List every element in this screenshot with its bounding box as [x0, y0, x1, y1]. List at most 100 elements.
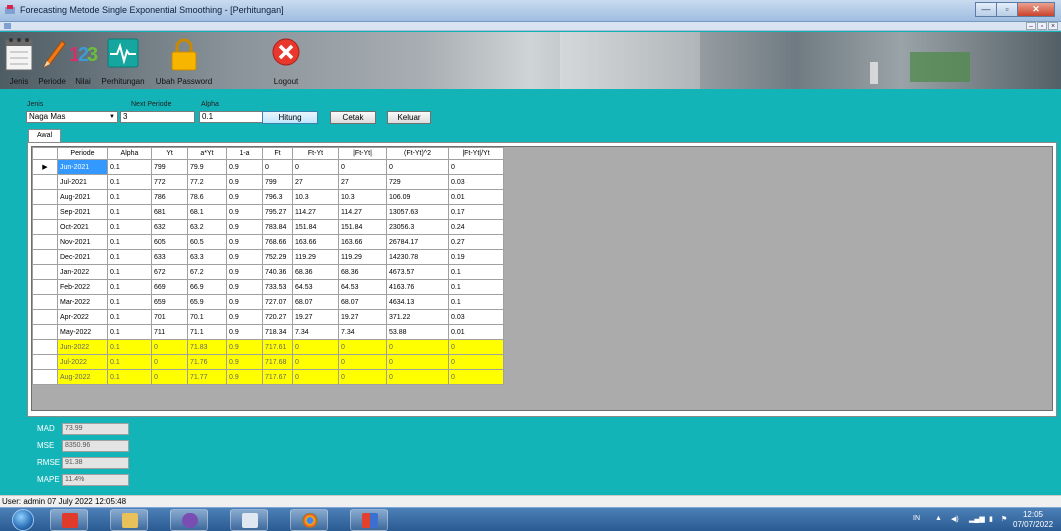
table-cell[interactable]: 64.53 [338, 279, 387, 295]
column-header[interactable]: Periode [57, 147, 108, 160]
row-header[interactable] [32, 234, 58, 250]
table-cell[interactable]: 0.9 [226, 309, 263, 325]
table-cell[interactable]: 4634.13 [386, 294, 449, 310]
column-header[interactable]: |Ft-Yt| [338, 147, 387, 160]
table-cell[interactable]: 13057.63 [386, 204, 449, 220]
column-header[interactable]: |Ft-Yt|/Yt [448, 147, 504, 160]
mdi-minimize-button[interactable]: – [1026, 22, 1036, 30]
row-header[interactable] [32, 339, 58, 355]
taskbar-app-button[interactable] [110, 509, 148, 531]
row-header[interactable] [32, 249, 58, 265]
row-header[interactable] [32, 324, 58, 340]
table-cell[interactable]: 71.77 [187, 369, 227, 385]
table-cell[interactable]: 0.9 [226, 339, 263, 355]
show-hidden-icons-icon[interactable]: ▲ [935, 515, 942, 522]
table-cell[interactable]: 0.1 [448, 279, 504, 295]
table-cell[interactable]: 4673.57 [386, 264, 449, 280]
column-header[interactable]: Alpha [107, 147, 152, 160]
table-cell[interactable]: 163.66 [338, 234, 387, 250]
table-cell[interactable]: 71.1 [187, 324, 227, 340]
hitung-button[interactable]: Hitung [262, 111, 318, 124]
table-cell[interactable]: 114.27 [338, 204, 387, 220]
toolbar-perhitungan-button[interactable]: Perhitungan [98, 32, 148, 89]
table-cell[interactable]: 720.27 [262, 309, 293, 325]
column-header[interactable]: 1-a [226, 147, 263, 160]
table-cell[interactable]: 10.3 [338, 189, 387, 205]
column-header[interactable]: Yt [151, 147, 188, 160]
table-cell[interactable]: 66.9 [187, 279, 227, 295]
table-cell[interactable]: 605 [151, 234, 188, 250]
table-cell[interactable]: 669 [151, 279, 188, 295]
table-cell[interactable]: 0.1 [107, 309, 152, 325]
table-cell[interactable]: 0.1 [107, 324, 152, 340]
row-header[interactable] [32, 369, 58, 385]
table-cell[interactable]: May-2022 [57, 324, 108, 340]
table-cell[interactable]: 0 [386, 354, 449, 370]
row-header[interactable]: ▶ [32, 159, 58, 175]
table-row[interactable]: Sep-2021 0.1 681 68.1 0.9 795.27 114.27 114.27 1… [32, 204, 504, 220]
table-cell[interactable]: 0.27 [448, 234, 504, 250]
toolbar-ubah-password-button[interactable]: Ubah Password [148, 32, 220, 89]
table-cell[interactable]: 70.1 [187, 309, 227, 325]
table-cell[interactable]: 0 [292, 369, 339, 385]
table-cell[interactable]: Sep-2021 [57, 204, 108, 220]
toolbar-nilai-button[interactable]: 1 2 3 Nilai [68, 32, 98, 89]
table-cell[interactable]: 0.1 [107, 354, 152, 370]
table-cell[interactable]: 0 [448, 354, 504, 370]
table-cell[interactable]: 0 [292, 339, 339, 355]
table-cell[interactable]: 718.34 [262, 324, 293, 340]
tab-awal[interactable]: Awal [28, 129, 61, 142]
table-cell[interactable]: 0.9 [226, 249, 263, 265]
table-row[interactable]: Feb-2022 0.1 669 66.9 0.9 733.53 64.53 64.53 416… [32, 279, 504, 295]
toolbar-jenis-button[interactable]: Jenis [2, 32, 36, 89]
table-cell[interactable]: 0.9 [226, 294, 263, 310]
table-cell[interactable]: 151.84 [338, 219, 387, 235]
table-cell[interactable]: 786 [151, 189, 188, 205]
table-row[interactable]: Jan-2022 0.1 672 67.2 0.9 740.36 68.36 68.36 467… [32, 264, 504, 280]
keluar-button[interactable]: Keluar [387, 111, 431, 124]
toolbar-logout-button[interactable]: Logout [266, 32, 306, 89]
table-cell[interactable]: Jul-2022 [57, 354, 108, 370]
table-cell[interactable]: 0.9 [226, 159, 263, 175]
table-cell[interactable]: 119.29 [338, 249, 387, 265]
table-cell[interactable]: 26784.17 [386, 234, 449, 250]
table-cell[interactable]: 0.1 [107, 159, 152, 175]
table-cell[interactable]: 0.1 [107, 219, 152, 235]
table-cell[interactable]: 0.1 [448, 264, 504, 280]
table-cell[interactable]: 0 [338, 369, 387, 385]
taskbar-app-button[interactable] [230, 509, 268, 531]
table-cell[interactable]: 0 [338, 339, 387, 355]
table-row[interactable]: ▶ Jun-2021 0.1 799 79.9 0.9 0 0 0 0 0 [32, 159, 504, 175]
jenis-combobox[interactable]: Naga Mas ▼ [26, 111, 118, 123]
table-cell[interactable]: 796.3 [262, 189, 293, 205]
table-cell[interactable]: 68.07 [338, 294, 387, 310]
table-cell[interactable]: 60.5 [187, 234, 227, 250]
table-cell[interactable]: 10.3 [292, 189, 339, 205]
battery-icon[interactable]: ▮ [989, 515, 993, 523]
mdi-close-button[interactable]: × [1048, 22, 1058, 30]
mdi-restore-button[interactable]: ▫ [1037, 22, 1047, 30]
table-cell[interactable]: 63.3 [187, 249, 227, 265]
minimize-button[interactable]: — [975, 2, 997, 17]
table-cell[interactable]: Apr-2022 [57, 309, 108, 325]
perhitungan-grid[interactable]: Periode Alpha Yt a*Yt 1-a Ft Ft-Yt |Ft-Y… [31, 146, 1053, 411]
table-row[interactable]: Jul-2022 0.1 0 71.76 0.9 717.68 0 0 0 0 [32, 354, 504, 370]
taskbar-app-button[interactable] [170, 509, 208, 531]
table-cell[interactable]: 0.9 [226, 354, 263, 370]
row-header[interactable] [32, 354, 58, 370]
table-cell[interactable]: Aug-2022 [57, 369, 108, 385]
table-cell[interactable]: 14230.78 [386, 249, 449, 265]
table-cell[interactable]: Nov-2021 [57, 234, 108, 250]
row-header[interactable] [32, 264, 58, 280]
table-cell[interactable]: 0 [386, 159, 449, 175]
table-cell[interactable]: 0.9 [226, 174, 263, 190]
table-cell[interactable]: 0.9 [226, 234, 263, 250]
table-cell[interactable]: 77.2 [187, 174, 227, 190]
table-cell[interactable]: 0.1 [107, 294, 152, 310]
table-cell[interactable]: 0.03 [448, 174, 504, 190]
table-cell[interactable]: 0.19 [448, 249, 504, 265]
table-cell[interactable]: 672 [151, 264, 188, 280]
table-cell[interactable]: Oct-2021 [57, 219, 108, 235]
maximize-button[interactable]: ▫ [996, 2, 1018, 17]
table-cell[interactable]: Jan-2022 [57, 264, 108, 280]
